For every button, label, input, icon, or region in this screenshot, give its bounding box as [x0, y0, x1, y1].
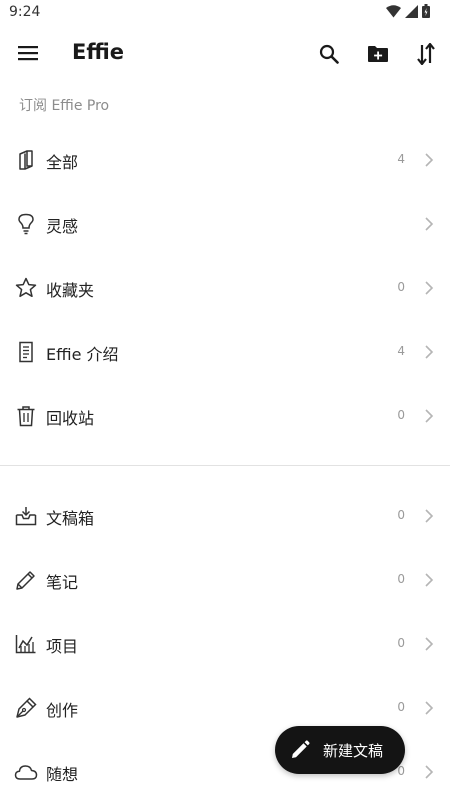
status-time: 9:24: [9, 4, 41, 20]
item-count: 4: [397, 344, 405, 358]
menu-icon: [18, 46, 38, 61]
nav-item-label: 随想: [46, 765, 79, 784]
document-icon: [14, 340, 38, 364]
nav-item-projects[interactable]: 项目 0: [0, 612, 450, 676]
nav-item-trash[interactable]: 回收站 0: [0, 384, 450, 448]
nav-item-label: 收藏夹: [46, 281, 95, 300]
chevron-right-icon: [425, 765, 434, 779]
chevron-right-icon: [425, 217, 434, 231]
status-icons: [386, 4, 430, 18]
app-bar: Effie: [0, 26, 450, 82]
nav-item-label: 笔记: [46, 573, 79, 592]
chart-icon: [14, 632, 38, 656]
fab-label: 新建文稿: [323, 741, 384, 760]
chevron-right-icon: [425, 637, 434, 651]
new-document-button[interactable]: 新建文稿: [275, 726, 405, 774]
star-icon: [14, 276, 38, 300]
sort-icon: [417, 43, 435, 65]
book-icon: [14, 148, 38, 172]
page-title: Effie: [72, 40, 125, 64]
search-icon: [319, 44, 339, 64]
section-divider: [0, 465, 450, 466]
pencil-icon: [14, 568, 38, 592]
nav-item-notes[interactable]: 笔记 0: [0, 548, 450, 612]
lightbulb-icon: [14, 212, 38, 236]
nav-item-effie-intro[interactable]: Effie 介绍 4: [0, 320, 450, 384]
nav-item-drafts[interactable]: 文稿箱 0: [0, 484, 450, 548]
chevron-right-icon: [425, 153, 434, 167]
item-count: 0: [397, 572, 405, 586]
chevron-right-icon: [425, 701, 434, 715]
sort-button[interactable]: [410, 38, 442, 70]
nav-item-inspiration[interactable]: 灵感: [0, 192, 450, 256]
new-folder-icon: [368, 46, 388, 62]
item-count: 0: [397, 408, 405, 422]
item-count: 0: [397, 508, 405, 522]
item-count: 4: [397, 152, 405, 166]
trash-icon: [14, 404, 38, 428]
inbox-icon: [14, 504, 38, 528]
item-count: 0: [397, 700, 405, 714]
chevron-right-icon: [425, 345, 434, 359]
nav-item-label: 项目: [46, 637, 79, 656]
signal-icon: [405, 4, 418, 18]
nav-item-label: 文稿箱: [46, 509, 95, 528]
nav-item-label: 创作: [46, 701, 79, 720]
library-group: 全部 4 灵感 收藏夹 0 Effie 介绍 4 回收站 0: [0, 128, 450, 448]
chevron-right-icon: [425, 509, 434, 523]
wifi-icon: [386, 4, 401, 17]
chevron-right-icon: [425, 281, 434, 295]
item-count: 0: [397, 280, 405, 294]
chevron-right-icon: [425, 409, 434, 423]
nav-item-all[interactable]: 全部 4: [0, 128, 450, 192]
nav-item-label: 灵感: [46, 217, 79, 236]
new-folder-button[interactable]: [362, 38, 394, 70]
search-button[interactable]: [313, 38, 345, 70]
pen-nib-icon: [14, 696, 38, 720]
edit-icon: [289, 739, 311, 761]
nav-item-label: 回收站: [46, 409, 95, 428]
battery-icon: [422, 4, 430, 18]
status-bar: 9:24: [0, 0, 450, 26]
chevron-right-icon: [425, 573, 434, 587]
item-count: 0: [397, 636, 405, 650]
nav-item-label: Effie 介绍: [46, 345, 119, 364]
nav-item-favorites[interactable]: 收藏夹 0: [0, 256, 450, 320]
cloud-icon: [14, 760, 38, 784]
nav-item-label: 全部: [46, 153, 79, 172]
subscribe-pro-link[interactable]: 订阅 Effie Pro: [19, 95, 109, 115]
menu-button[interactable]: [10, 38, 46, 68]
